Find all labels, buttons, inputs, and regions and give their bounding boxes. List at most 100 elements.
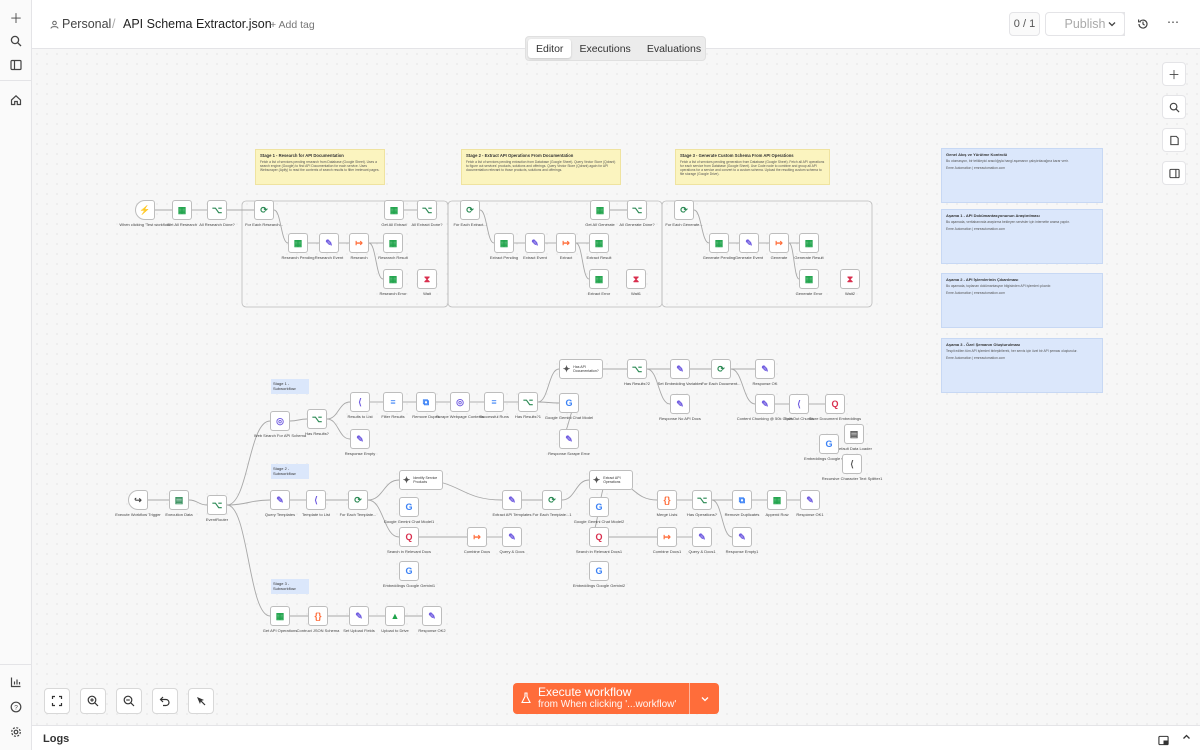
workflow-node[interactable]: ✎ [559,429,579,449]
workflow-node[interactable]: ↦ [769,233,789,253]
workflow-node[interactable]: ⧗ [417,269,437,289]
workflow-node[interactable]: ✦ Has API Documentation? [559,359,603,379]
workflow-node[interactable]: ✎ [350,429,370,449]
workflow-node[interactable]: ⧉ [732,490,752,510]
history-icon[interactable] [1137,17,1151,31]
workflow-node[interactable]: ⟳ [348,490,368,510]
home-icon[interactable] [8,92,24,108]
workflow-node[interactable]: ✎ [422,606,442,626]
workflow-node[interactable]: ✎ [270,490,290,510]
workflow-node[interactable]: ⟳ [711,359,731,379]
workflow-node[interactable]: ◎ [270,411,290,431]
workflow-node[interactable]: Q [399,527,419,547]
workflow-node[interactable]: ⟳ [254,200,274,220]
workflow-node[interactable]: ⌥ [417,200,437,220]
workflow-node[interactable]: ⌥ [207,495,227,515]
workflow-node[interactable]: ▦ [270,606,290,626]
execute-options-button[interactable] [689,683,719,714]
tab-evaluations[interactable]: Evaluations [639,39,709,58]
workflow-node[interactable]: Q [589,527,609,547]
workflow-node[interactable]: ⟳ [674,200,694,220]
workflow-node[interactable]: ◎ [450,392,470,412]
workflow-node[interactable]: ▦ [383,233,403,253]
breadcrumb-workspace[interactable]: Personal [62,17,111,31]
workflow-node[interactable]: ▦ [767,490,787,510]
workflow-name[interactable]: API Schema Extractor.json [123,17,272,31]
workflow-node[interactable]: ✎ [800,490,820,510]
workflow-node[interactable]: ▦ [799,269,819,289]
note-link[interactable]: Emre Automation | emreautomation.com [946,166,1098,170]
workflow-node[interactable]: ↦ [657,527,677,547]
stage-sticky-note[interactable]: Stage 2 - Extract API Operations From Do… [461,149,621,185]
workflow-node[interactable]: ✎ [525,233,545,253]
workflow-node[interactable]: ↦ [467,527,487,547]
search-nodes-icon[interactable] [1162,95,1186,119]
sidebar-toggle-icon[interactable] [8,57,24,73]
workflow-node[interactable]: ▦ [799,233,819,253]
workflow-node[interactable]: ⌥ [207,200,227,220]
workflow-node[interactable]: ⧉ [416,392,436,412]
workflow-node[interactable]: ▦ [172,200,192,220]
panel-toggle-icon[interactable] [1162,161,1186,185]
workflow-node[interactable]: ✎ [739,233,759,253]
publish-dropdown-button[interactable] [1100,12,1125,36]
undo-icon[interactable] [152,688,178,714]
workflow-node[interactable]: ⌥ [307,409,327,429]
note-link[interactable]: Emre Automation | emreautomation.com [946,356,1098,360]
workflow-node[interactable]: ⌥ [518,392,538,412]
workflow-node[interactable]: G [399,497,419,517]
logs-layout-icon[interactable] [1158,733,1169,750]
workflow-node[interactable]: ▦ [384,200,404,220]
stage-sticky-note[interactable]: Stage 1 - Research for API Documentation… [255,149,385,185]
execute-workflow-button[interactable]: Execute workflow from When clicking '...… [513,683,719,714]
workflow-node[interactable]: ⟨ [306,490,326,510]
workflow-node[interactable]: ⌥ [627,359,647,379]
workflow-node[interactable]: ▦ [589,233,609,253]
workflow-node[interactable]: ▦ [709,233,729,253]
workflow-node[interactable]: ▦ [383,269,403,289]
add-node-icon[interactable]: ＋ [1162,62,1186,86]
workflow-node[interactable]: ⌥ [692,490,712,510]
workflow-node[interactable]: ✎ [502,490,522,510]
workflow-node[interactable]: ▦ [288,233,308,253]
note-link[interactable]: Emre Automation | emreautomation.com [946,227,1098,231]
workflow-node[interactable]: G [399,561,419,581]
info-sticky-note[interactable]: Aşama 3 - Özel Şemanın Oluşturulması Tesp… [941,338,1103,393]
workflow-node[interactable]: ⟨ [350,392,370,412]
note-link[interactable]: Emre Automation | emreautomation.com [946,291,1098,295]
workflow-node[interactable]: ≡ [383,392,403,412]
zoom-out-icon[interactable] [116,688,142,714]
workflow-node[interactable]: ▦ [589,269,609,289]
workflow-node[interactable]: ✎ [692,527,712,547]
search-icon[interactable] [8,33,24,49]
workflow-canvas[interactable]: Stage 1 - Research for API Documentation… [32,49,1200,725]
workflow-node[interactable]: ▦ [494,233,514,253]
workflow-node[interactable]: ▤ [844,424,864,444]
workflow-node[interactable]: G [589,561,609,581]
workflow-node[interactable]: ↦ [556,233,576,253]
expand-logs-icon[interactable] [1182,732,1191,743]
stage-sticky-note[interactable]: Stage 3 - Generate Custom Schema From AP… [675,149,830,185]
info-sticky-note[interactable]: Aşama 1 - API Dokümantasyonunun Araştırı… [941,209,1103,264]
workflow-node[interactable]: ✎ [319,233,339,253]
add-icon[interactable]: ＋ [8,9,24,26]
version-counter[interactable]: 0 / 1 [1009,12,1040,36]
tab-editor[interactable]: Editor [528,39,572,58]
workflow-node[interactable]: ✎ [755,359,775,379]
info-sticky-note[interactable]: Aşama 2 - API İşlemlerinin Çıkarılması Bu… [941,273,1103,328]
fit-view-icon[interactable] [44,688,70,714]
workflow-node[interactable]: ↦ [349,233,369,253]
workflow-node[interactable]: G [589,497,609,517]
workflow-node[interactable]: ✎ [732,527,752,547]
workflow-node[interactable]: {} [308,606,328,626]
workflow-node[interactable]: ✎ [670,359,690,379]
workflow-node[interactable]: G [819,434,839,454]
more-options-icon[interactable]: ⋯ [1166,15,1180,29]
workflow-node[interactable]: ✦ Identify Service Products [399,470,443,490]
sticky-note-icon[interactable] [1162,128,1186,152]
workflow-node[interactable]: ▦ [590,200,610,220]
workflow-node[interactable]: ⟳ [542,490,562,510]
add-tag-link[interactable]: + Add tag [270,19,315,31]
workflow-node[interactable]: ⧗ [626,269,646,289]
workflow-node[interactable]: ✎ [670,394,690,414]
